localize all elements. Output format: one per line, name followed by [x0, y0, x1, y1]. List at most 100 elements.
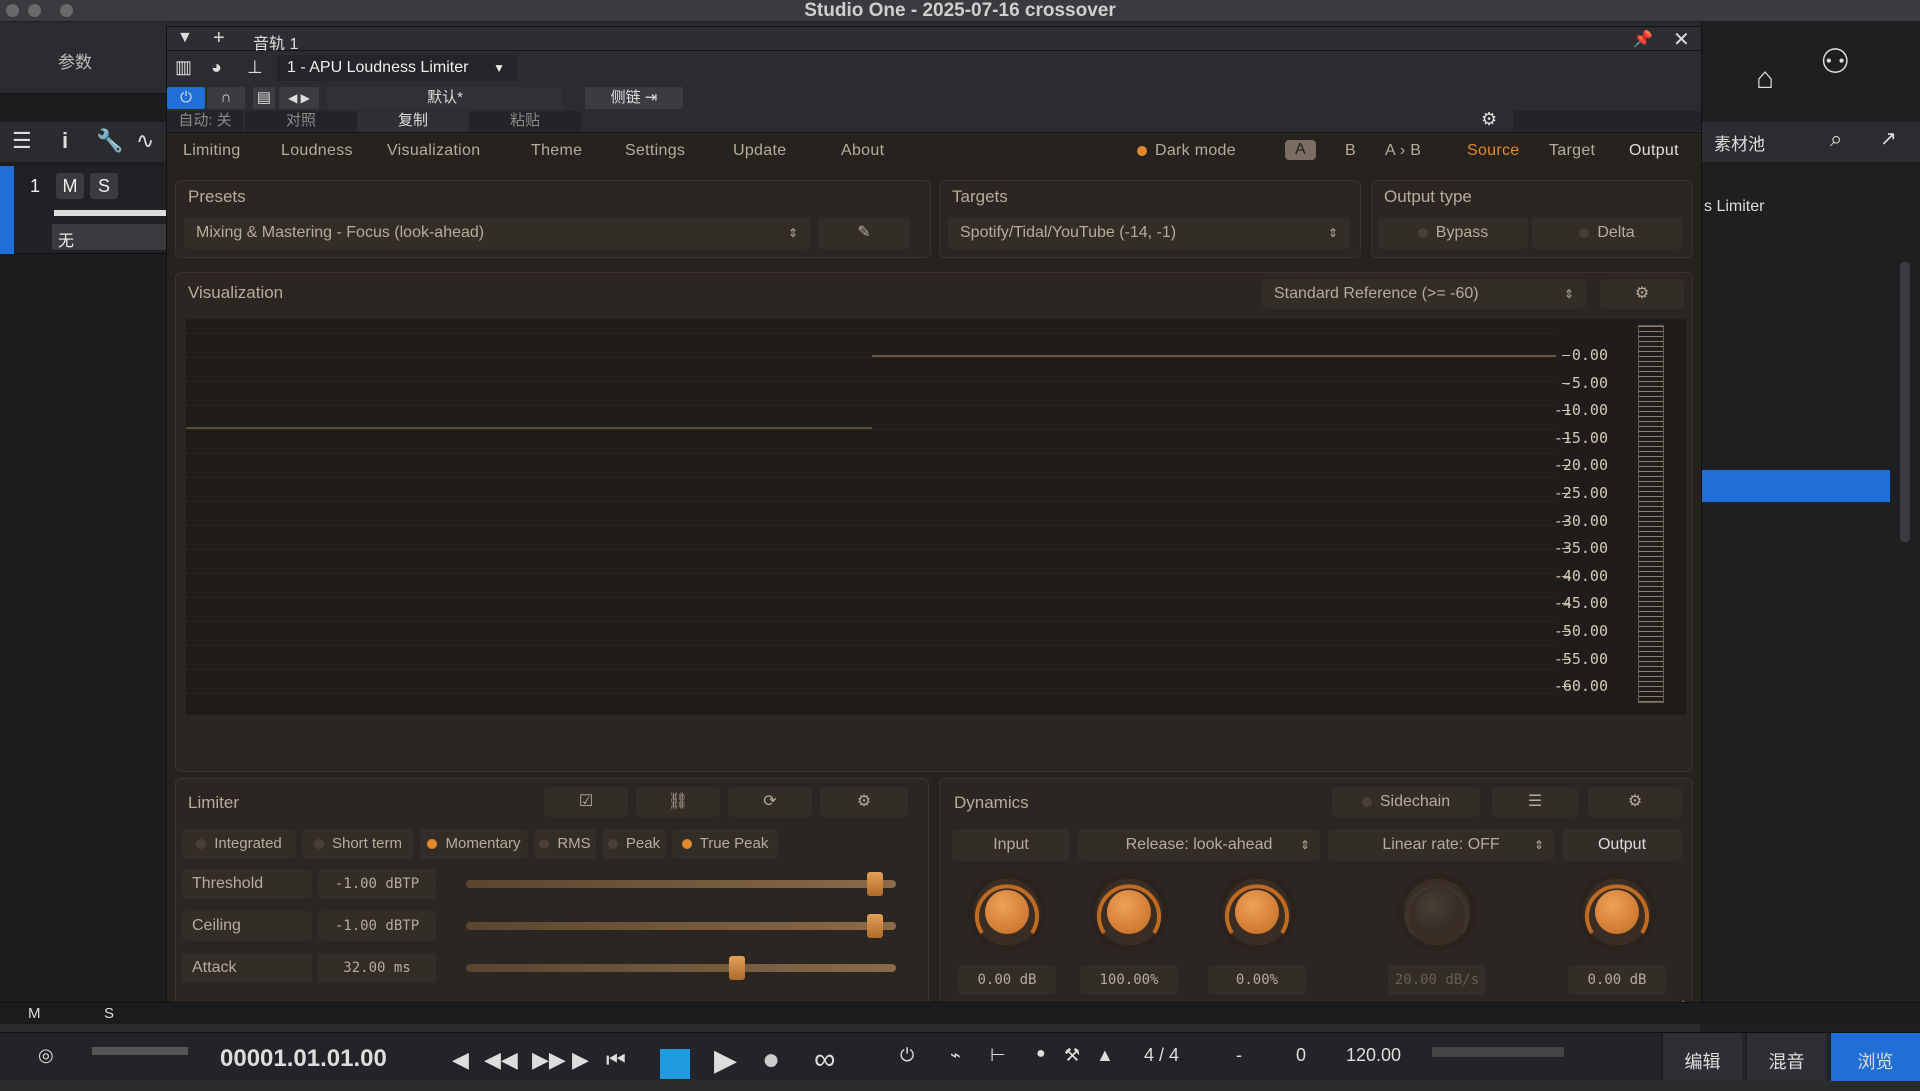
mix-view-button[interactable]: 混音 [1746, 1033, 1826, 1081]
metronome-icon[interactable]: ▲ [1096, 1045, 1114, 1066]
track-input[interactable]: 无 [52, 224, 166, 250]
tab-settings[interactable]: Settings [625, 142, 685, 160]
info-icon[interactable]: i [62, 128, 68, 154]
preset-select[interactable]: Mixing & Mastering - Focus (look-ahead) … [184, 217, 810, 249]
track-fader[interactable] [54, 210, 166, 216]
sync-button[interactable]: ⟳ [728, 787, 812, 817]
tab-loudness[interactable]: Loudness [281, 142, 353, 160]
limiter-settings-button[interactable]: ⚙ [820, 787, 908, 817]
record-icon[interactable]: ● [762, 1043, 780, 1077]
browse-view-button[interactable]: 浏览 [1830, 1033, 1920, 1081]
param-value[interactable]: -1.00 dBTP [318, 869, 436, 899]
knob[interactable] [1218, 873, 1296, 951]
ab-a-button[interactable]: A [1285, 140, 1316, 160]
play-icon[interactable]: ▶ [714, 1043, 737, 1078]
home-icon[interactable]: ⌂ [1756, 62, 1774, 96]
meter-icon[interactable]: ◕ [211, 57, 222, 78]
loop-icon[interactable]: ∞ [814, 1043, 835, 1077]
ab-copy-button[interactable]: A › B [1385, 142, 1421, 160]
rack-icon[interactable]: ▥ [175, 57, 192, 78]
menu-icon[interactable]: ☰ [12, 128, 32, 154]
linear-rate-select[interactable]: Linear rate: OFF ⇕ [1328, 829, 1554, 861]
output-button[interactable]: Output [1629, 142, 1679, 160]
next-marker-icon[interactable]: ▶ [572, 1047, 589, 1073]
selected-row[interactable] [1700, 470, 1890, 502]
rewind-start-icon[interactable]: ◀ [452, 1047, 469, 1073]
knob[interactable] [1398, 873, 1476, 951]
track-1[interactable]: 1 M S 无 [0, 166, 166, 254]
param-value[interactable]: -1.00 dBTP [318, 911, 436, 941]
prev-next-preset[interactable]: ◀ ▶ [279, 87, 319, 109]
power-button[interactable]: ⏻ [167, 87, 205, 109]
knob-value[interactable]: 0.00 dB [1568, 965, 1666, 995]
dark-mode-toggle[interactable]: Dark mode [1137, 142, 1236, 160]
rewind-icon[interactable]: ◀◀ [484, 1047, 518, 1073]
knob[interactable] [968, 873, 1046, 951]
midi-icon[interactable]: ◎ [38, 1045, 54, 1066]
mode-peak[interactable]: Peak [602, 829, 666, 859]
delta-toggle[interactable]: Delta [1532, 217, 1682, 249]
link-button[interactable]: ⛓ [636, 787, 720, 817]
sync-icon[interactable]: ⏻ [900, 1045, 914, 1066]
metronome-settings-icon[interactable]: ⚒ [1064, 1045, 1080, 1066]
tab-visualization[interactable]: Visualization [387, 142, 480, 160]
stop-button[interactable] [660, 1049, 690, 1079]
user-icon[interactable]: ⚇ [1820, 42, 1850, 82]
target-button[interactable]: Target [1549, 142, 1595, 160]
scrollbar[interactable] [1900, 262, 1910, 542]
precount-icon[interactable]: ● [1036, 1045, 1046, 1063]
forward-icon[interactable]: ▶▶ [532, 1047, 566, 1073]
param-slider[interactable] [466, 922, 896, 930]
tab-about[interactable]: About [841, 142, 884, 160]
viz-settings-button[interactable]: ⚙ [1600, 279, 1684, 309]
sidechain-button[interactable]: 侧链 ⇥ [585, 87, 683, 109]
sidechain-toggle[interactable]: Sidechain [1332, 787, 1480, 817]
wrench-icon[interactable]: 🔧 [96, 128, 123, 154]
copy-button[interactable]: 复制 [357, 111, 469, 131]
dynamics-settings-button[interactable]: ⚙ [1588, 787, 1682, 817]
reference-select[interactable]: Standard Reference (>= -60) ⇕ [1262, 279, 1586, 309]
limiter-enable-button[interactable]: ☑ [544, 787, 628, 817]
search-icon[interactable]: ⌕ [1830, 126, 1842, 152]
edit-preset-button[interactable]: ✎ [818, 217, 910, 249]
pin-icon[interactable]: 📌 [1633, 29, 1653, 49]
close-icon[interactable]: ✕ [1673, 27, 1690, 52]
time-signature[interactable]: 4 / 4 [1144, 1045, 1179, 1066]
add-icon[interactable]: + [213, 27, 225, 50]
instance-selector[interactable]: 1 - APU Loudness Limiter ▼ [277, 55, 517, 81]
tempo-display[interactable]: 120.00 [1346, 1045, 1401, 1066]
punch-icon[interactable]: ⌁ [950, 1045, 961, 1066]
routing-icon[interactable]: ⊥ [247, 57, 263, 78]
solo-button[interactable]: S [90, 173, 118, 199]
bypass-toggle[interactable]: Bypass [1378, 217, 1528, 249]
expand-icon[interactable]: ↗ [1880, 126, 1897, 151]
release-select[interactable]: Release: look-ahead ⇕ [1078, 829, 1320, 861]
edit-view-button[interactable]: 编辑 [1662, 1033, 1742, 1081]
curve-icon[interactable]: ∿ [136, 128, 154, 154]
tab-limiting[interactable]: Limiting [183, 142, 241, 160]
ab-b-button[interactable]: B [1345, 142, 1356, 160]
tab-theme[interactable]: Theme [531, 142, 582, 160]
gear-icon[interactable]: ⚙ [1481, 109, 1497, 130]
param-slider[interactable] [466, 880, 896, 888]
bottom-mute[interactable]: M [28, 1005, 41, 1022]
knob-value[interactable]: 0.00% [1208, 965, 1306, 995]
save-icon[interactable]: ▤ [253, 87, 275, 109]
param-value[interactable]: 32.00 ms [318, 953, 436, 983]
transpose-display[interactable]: 0 [1296, 1045, 1306, 1066]
tab-update[interactable]: Update [733, 142, 786, 160]
paste-button[interactable]: 粘贴 [469, 111, 581, 131]
go-to-start-icon[interactable]: ⏮ [606, 1047, 626, 1073]
target-select[interactable]: Spotify/Tidal/YouTube (-14, -1) ⇕ [948, 217, 1350, 249]
headphone-icon[interactable]: ∩ [207, 87, 245, 109]
bottom-solo[interactable]: S [104, 1005, 114, 1022]
auto-off-button[interactable]: 自动: 关 [167, 111, 243, 131]
slider-thumb[interactable] [728, 956, 745, 980]
source-button[interactable]: Source [1467, 142, 1520, 160]
mode-rms[interactable]: RMS [534, 829, 596, 859]
slider-thumb[interactable] [866, 872, 883, 896]
preset-selector[interactable]: 默认* [327, 87, 563, 109]
mode-short-term[interactable]: Short term [302, 829, 414, 859]
mute-button[interactable]: M [56, 173, 84, 199]
eq-button[interactable]: ☰ [1492, 787, 1578, 817]
